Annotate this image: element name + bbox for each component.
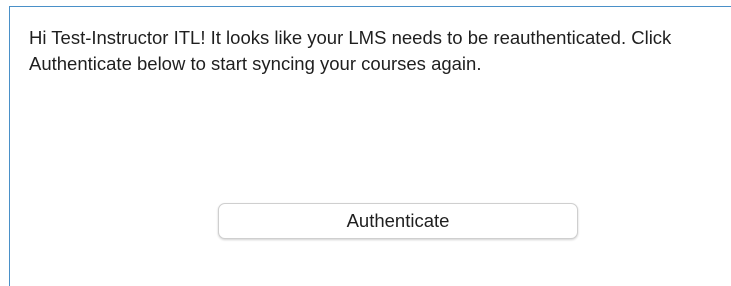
reauth-dialog: Hi Test-Instructor ITL! It looks like yo… bbox=[9, 6, 731, 286]
authenticate-button[interactable]: Authenticate bbox=[218, 203, 578, 239]
reauth-message: Hi Test-Instructor ITL! It looks like yo… bbox=[29, 27, 672, 74]
